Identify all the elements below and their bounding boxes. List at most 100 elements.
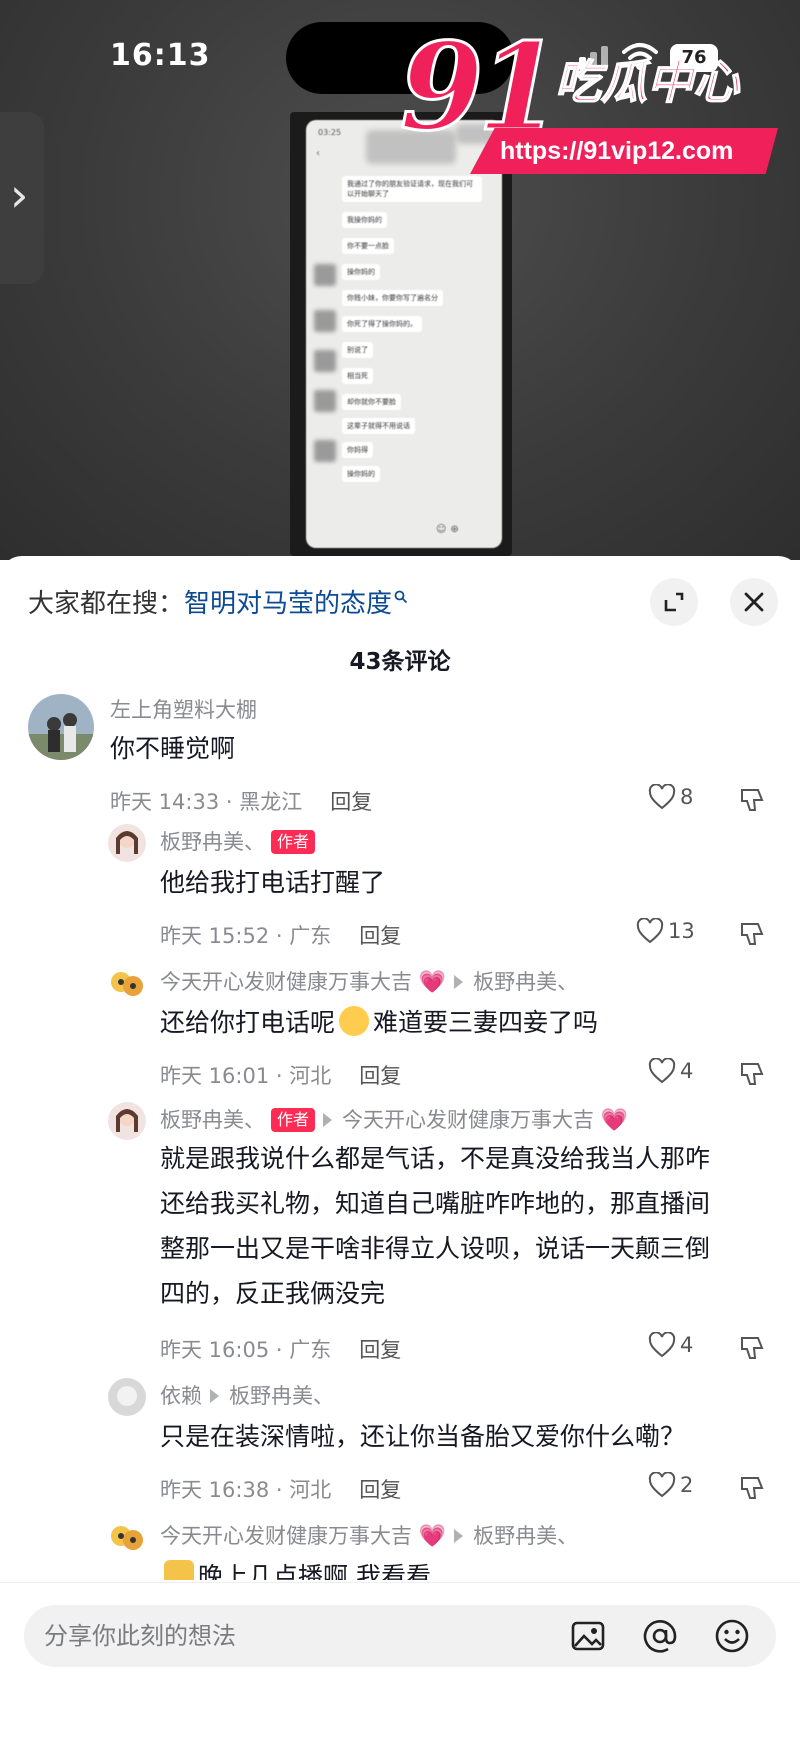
dislike-icon[interactable] <box>738 1474 766 1502</box>
like-count: 8 <box>680 785 694 809</box>
photo-message: 却你就你不要脸 <box>342 394 401 410</box>
reply-arrow-icon <box>454 975 464 989</box>
heart-icon <box>648 1331 676 1358</box>
author-name[interactable]: 板野冉美、 <box>160 830 265 854</box>
like-button[interactable]: 8 <box>648 783 694 810</box>
photo-message: 操你妈的 <box>342 264 380 280</box>
photo-message: 你妈得 <box>342 442 373 458</box>
like-button[interactable]: 2 <box>648 1471 693 1498</box>
author-name[interactable]: 板野冉美、 <box>160 1108 265 1132</box>
mention-icon[interactable] <box>642 1618 678 1654</box>
blurred-avatar <box>314 440 336 462</box>
author-name[interactable]: 今天开心发财健康万事大吉 <box>160 1524 412 1548</box>
comment-text: 他给我打电话打醒了 <box>160 868 386 897</box>
heart-emoji-icon: 💗 <box>600 1108 629 1133</box>
reply-arrow-icon <box>323 1113 333 1127</box>
avatar[interactable] <box>108 824 146 862</box>
photo-message: 你死了得了操你妈的。 <box>342 316 422 332</box>
reply-button[interactable]: 回复 <box>330 790 372 814</box>
chevron-right-icon[interactable]: › <box>10 172 28 218</box>
avatar[interactable] <box>108 964 146 1002</box>
reply-to-name[interactable]: 板野冉美、 <box>473 1524 578 1548</box>
blurred-avatar <box>314 264 336 286</box>
comment-author[interactable]: 板野冉美、 作者 <box>160 826 316 856</box>
photo-message: 我操你妈的 <box>342 212 387 228</box>
photo-input-icons: ☺⊕ <box>436 524 463 535</box>
blurred-avatar <box>314 390 336 412</box>
comment-time: 昨天 16:01 · 河北 <box>160 1064 332 1088</box>
reply-button[interactable]: 回复 <box>359 1064 401 1088</box>
close-icon <box>744 592 764 612</box>
reply-button[interactable]: 回复 <box>359 1338 401 1362</box>
like-button[interactable]: 4 <box>648 1057 693 1084</box>
avatar[interactable] <box>108 1102 146 1140</box>
photo-back-icon: ‹ <box>316 148 320 159</box>
watermark-brand: 吃瓜中心 <box>554 54 740 110</box>
reply-to-name[interactable]: 今天开心发财健康万事大吉 <box>342 1108 594 1132</box>
photo-message: 我通过了你的朋友验证请求，现在我们可以开始聊天了 <box>342 176 482 202</box>
comment-text-line: 整那一出又是干啥非得立人设呗，说话一天颠三倒 <box>160 1234 711 1263</box>
heart-emoji-icon: 💗 <box>418 970 447 995</box>
comment-text-line: 四的，反正我俩没完 <box>160 1279 386 1308</box>
comment-meta: 昨天 16:01 · 河北 回复 <box>160 1060 401 1090</box>
comment-text-part: 难道要三妻四妾了吗 <box>373 1008 599 1037</box>
emoji-icon[interactable] <box>714 1618 750 1654</box>
watermark-url: https://91vip12.com <box>470 128 778 174</box>
dislike-icon[interactable] <box>738 1334 766 1362</box>
comment-time: 昨天 15:52 · 广东 <box>160 924 332 948</box>
heart-icon <box>648 1471 676 1498</box>
trending-search[interactable]: 大家都在搜：智明对马莹的态度 <box>28 584 408 624</box>
reply-button[interactable]: 回复 <box>359 1478 401 1502</box>
author-badge: 作者 <box>271 830 316 854</box>
comment-author[interactable]: 依赖 板野冉美、 <box>160 1380 334 1410</box>
like-count: 4 <box>680 1333 694 1357</box>
heart-icon <box>636 917 664 944</box>
close-button[interactable] <box>730 578 778 626</box>
avatar[interactable] <box>108 1378 146 1416</box>
like-count: 13 <box>668 919 695 943</box>
avatar[interactable] <box>108 1518 146 1556</box>
author-badge: 作者 <box>271 1108 316 1132</box>
money-mouth-emoji-icon <box>339 1006 370 1036</box>
author-name[interactable]: 依赖 <box>160 1384 202 1408</box>
comment-author[interactable]: 今天开心发财健康万事大吉 💗 板野冉美、 <box>160 1520 578 1550</box>
author-name[interactable]: 今天开心发财健康万事大吉 <box>160 970 412 994</box>
comment-author[interactable]: 今天开心发财健康万事大吉 💗 板野冉美、 <box>160 966 578 996</box>
comment-sheet: 大家都在搜：智明对马莹的态度 43条评论 左上角塑料大棚 你不睡觉啊 昨天 14… <box>0 556 800 1738</box>
heart-icon <box>648 1057 676 1084</box>
reply-to-name[interactable]: 板野冉美、 <box>229 1384 334 1408</box>
avatar[interactable] <box>28 694 94 760</box>
reply-button[interactable]: 回复 <box>359 924 401 948</box>
reply-to-name[interactable]: 板野冉美、 <box>473 970 578 994</box>
comment-input-container[interactable] <box>24 1605 776 1667</box>
heart-emoji-icon: 💗 <box>418 1524 447 1549</box>
comment-item: 今天开心发财健康万事大吉 💗 板野冉美、 晚上几点播啊 我看看 <box>0 1518 800 1580</box>
trending-search-term[interactable]: 智明对马莹的态度 <box>184 589 392 619</box>
dislike-icon[interactable] <box>738 920 766 948</box>
photo-phone-screen: 03:25 ‹ 我通过了你的朋友验证请求，现在我们可以开始聊天了 我操你妈的 你… <box>306 120 502 548</box>
photo-clock: 03:25 <box>318 128 342 137</box>
comment-input[interactable] <box>44 1605 544 1667</box>
comment-text-line: 就是跟我说什么都是气话，不是真没给我当人那咋 <box>160 1144 711 1173</box>
search-icon <box>394 590 408 604</box>
photo-message: 你贱小妹，你要你写了遍名分 <box>342 290 443 306</box>
comment-meta: 昨天 16:05 · 广东 回复 <box>160 1334 401 1364</box>
heart-icon <box>648 783 676 810</box>
video-preview-area: 16:13 76 › 03:25 ‹ 我通过了你的朋友验证请求，现在我们可以开始… <box>0 0 800 560</box>
comment-author[interactable]: 左上角塑料大棚 <box>110 694 257 724</box>
dislike-icon[interactable] <box>738 786 766 814</box>
comment-text: 还给你打电话呢 难道要三妻四妾了吗 <box>160 1000 598 1045</box>
comment-author[interactable]: 板野冉美、 作者 今天开心发财健康万事大吉 💗 <box>160 1104 628 1134</box>
image-icon[interactable] <box>570 1618 606 1654</box>
comment-meta: 昨天 14:33 · 黑龙江 回复 <box>110 786 372 816</box>
comment-meta: 昨天 16:38 · 河北 回复 <box>160 1474 401 1504</box>
like-button[interactable]: 4 <box>648 1331 694 1358</box>
expand-icon <box>664 592 684 612</box>
comment-text: 只是在装深情啦，还让你当备胎又爱你什么嘞？ <box>160 1422 686 1451</box>
expand-button[interactable] <box>650 578 698 626</box>
comment-text-part: 晚上几点播啊 我看看 <box>198 1562 431 1580</box>
like-button[interactable]: 13 <box>636 917 695 944</box>
comment-text: 就是跟我说什么都是气话，不是真没给我当人那咋 还给我买礼物，知道自己嘴脏咋咋地的… <box>160 1136 760 1316</box>
dislike-icon[interactable] <box>738 1060 766 1088</box>
comment-text-part: 还给你打电话呢 <box>160 1008 336 1037</box>
